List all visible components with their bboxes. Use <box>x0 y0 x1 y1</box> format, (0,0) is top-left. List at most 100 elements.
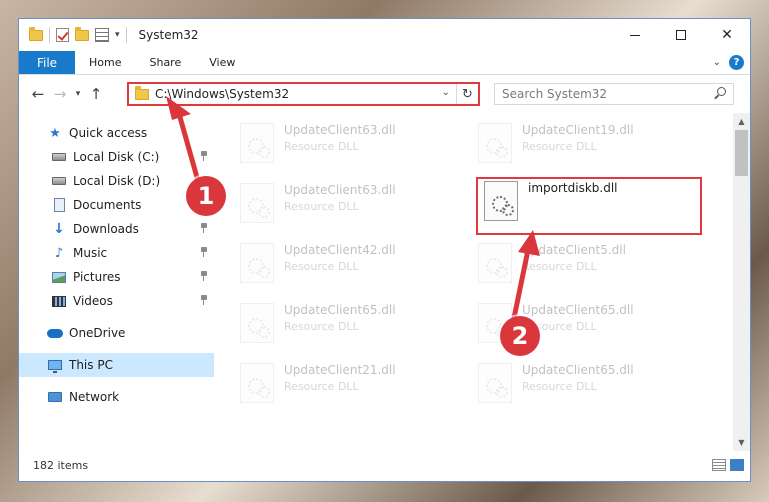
maximize-icon <box>676 30 686 40</box>
sidebar-item-videos[interactable]: Videos <box>19 289 214 313</box>
pin-icon[interactable] <box>200 247 208 257</box>
pin-icon[interactable] <box>200 271 208 281</box>
sidebar-item-local-disk-c[interactable]: Local Disk (C:) <box>19 145 214 169</box>
file-item[interactable]: UpdateClient65.dll Resource DLL <box>462 299 682 349</box>
sidebar-item-label: Network <box>69 390 120 404</box>
step-2-badge: 2 <box>500 316 540 356</box>
onedrive-icon <box>47 326 63 340</box>
file-item[interactable]: UpdateClient63.dll Resource DLL <box>224 179 444 229</box>
tab-home[interactable]: Home <box>75 51 135 74</box>
pin-icon[interactable] <box>200 151 208 161</box>
toolbar-divider <box>49 27 50 43</box>
music-icon: ♪ <box>54 245 64 261</box>
navigation-pane: ★ Quick access Local Disk (C:) Local Dis… <box>19 113 214 451</box>
properties-check-icon[interactable] <box>56 28 69 42</box>
pin-icon[interactable] <box>200 223 208 233</box>
sidebar-item-quick-access[interactable]: ★ Quick access <box>19 121 214 145</box>
dll-file-icon <box>478 363 512 403</box>
dll-file-icon <box>478 243 512 283</box>
view-toggle <box>712 459 744 471</box>
recent-locations-chevron-icon[interactable]: ▾ <box>71 89 85 99</box>
file-item[interactable]: UpdateClient19.dll Resource DLL <box>462 119 682 169</box>
sidebar-item-label: Videos <box>73 294 113 308</box>
file-item[interactable]: UpdateClient65.dll Resource DLL <box>224 299 444 349</box>
sidebar-item-downloads[interactable]: ↓ Downloads <box>19 217 214 241</box>
sidebar-item-this-pc[interactable]: This PC <box>19 353 214 377</box>
tab-file[interactable]: File <box>19 51 75 74</box>
address-path[interactable]: C:\Windows\System32 <box>155 87 289 101</box>
file-type: Resource DLL <box>284 320 359 333</box>
customize-toolbar-icon[interactable] <box>95 28 109 42</box>
file-item[interactable]: UpdateClient42.dll Resource DLL <box>224 239 444 289</box>
forward-arrow-icon[interactable]: → <box>49 85 71 103</box>
file-item-importdiskb[interactable]: importdiskb.dll <box>476 177 702 235</box>
file-type: Resource DLL <box>284 260 359 273</box>
refresh-icon[interactable]: ↻ <box>456 84 478 104</box>
back-arrow-icon[interactable]: ← <box>27 85 49 103</box>
search-input[interactable] <box>495 87 705 101</box>
tab-view[interactable]: View <box>195 51 249 74</box>
quick-access-toolbar: ▾ System32 <box>19 19 199 51</box>
file-item[interactable]: UpdateClient5.dll Resource DLL <box>462 239 682 289</box>
search-box[interactable] <box>494 83 734 105</box>
sidebar-item-label: This PC <box>69 358 113 372</box>
documents-icon <box>51 198 67 212</box>
item-count: 182 items <box>33 458 89 472</box>
large-icons-view-icon[interactable] <box>730 459 744 471</box>
file-name: UpdateClient42.dll <box>284 243 396 257</box>
file-type: Resource DLL <box>284 200 359 213</box>
dll-file-icon <box>478 123 512 163</box>
file-name: UpdateClient65.dll <box>522 363 634 377</box>
sidebar-item-label: Downloads <box>73 222 139 236</box>
vertical-scrollbar[interactable]: ▲ ▼ <box>733 113 750 451</box>
sidebar-item-network[interactable]: Network <box>19 385 214 409</box>
pin-icon[interactable] <box>200 295 208 305</box>
sidebar-item-label: Music <box>73 246 108 260</box>
sidebar-item-label: OneDrive <box>69 326 126 340</box>
folder-icon <box>135 85 149 100</box>
file-item[interactable]: UpdateClient65.dll Resource DLL <box>462 359 682 409</box>
dll-file-icon <box>484 181 518 221</box>
up-arrow-icon[interactable]: ↑ <box>85 85 107 103</box>
title-bar: ▾ System32 ✕ <box>19 19 750 51</box>
file-name: UpdateClient21.dll <box>284 363 396 377</box>
chevron-down-icon[interactable]: ▾ <box>115 30 120 40</box>
dll-file-icon <box>240 183 274 223</box>
window-controls: ✕ <box>612 19 750 51</box>
new-folder-icon[interactable] <box>75 26 89 41</box>
file-item[interactable]: UpdateClient63.dll Resource DLL <box>224 119 444 169</box>
sidebar-item-documents[interactable]: Documents <box>19 193 214 217</box>
file-type: Resource DLL <box>284 140 359 153</box>
sidebar-item-pictures[interactable]: Pictures <box>19 265 214 289</box>
sidebar-item-label: Quick access <box>69 126 148 140</box>
search-icon[interactable] <box>717 87 726 96</box>
scroll-up-icon[interactable]: ▲ <box>733 113 750 130</box>
tab-share[interactable]: Share <box>135 51 195 74</box>
sidebar-item-onedrive[interactable]: OneDrive <box>19 321 214 345</box>
sidebar-item-label: Documents <box>73 198 142 212</box>
drive-icon <box>51 150 67 164</box>
sidebar-item-label: Local Disk (C:) <box>73 150 160 164</box>
window-title: System32 <box>138 28 199 42</box>
address-bar[interactable]: C:\Windows\System32 ⌄ ↻ <box>127 82 480 106</box>
help-icon[interactable]: ? <box>729 55 744 70</box>
file-item[interactable]: UpdateClient21.dll Resource DLL <box>224 359 444 409</box>
network-icon <box>47 390 63 404</box>
minimize-button[interactable] <box>612 19 658 51</box>
ribbon-right: ⌄ ? <box>713 55 744 70</box>
details-view-icon[interactable] <box>712 459 726 471</box>
star-icon: ★ <box>49 125 61 141</box>
sidebar-item-label: Local Disk (D:) <box>73 174 161 188</box>
dll-file-icon <box>240 303 274 343</box>
scroll-thumb[interactable] <box>735 130 748 176</box>
address-dropdown-icon[interactable]: ⌄ <box>442 87 450 98</box>
dll-file-icon <box>240 363 274 403</box>
expand-ribbon-chevron-icon[interactable]: ⌄ <box>713 57 721 68</box>
maximize-button[interactable] <box>658 19 704 51</box>
sidebar-item-local-disk-d[interactable]: Local Disk (D:) <box>19 169 214 193</box>
file-name: UpdateClient65.dll <box>522 303 634 317</box>
main-area: ★ Quick access Local Disk (C:) Local Dis… <box>19 113 750 451</box>
sidebar-item-music[interactable]: ♪ Music <box>19 241 214 265</box>
file-type: Resource DLL <box>522 260 597 273</box>
close-button[interactable]: ✕ <box>704 19 750 51</box>
